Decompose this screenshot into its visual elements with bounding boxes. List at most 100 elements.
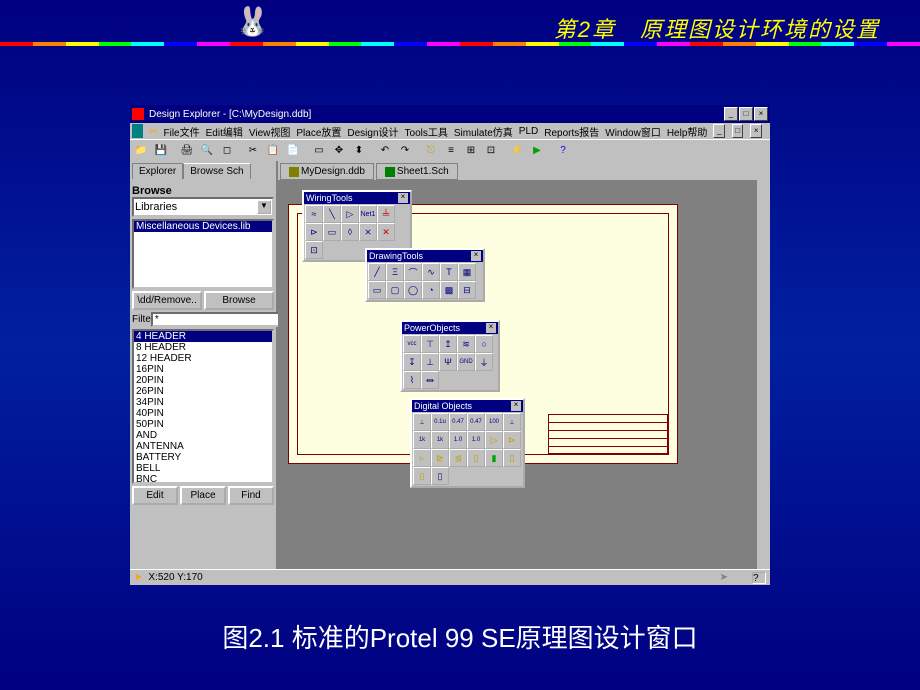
dig-icon[interactable]: 0.47 — [449, 413, 467, 431]
nor-gate-icon[interactable]: ⊴ — [449, 449, 467, 467]
list-item[interactable]: 20PIN — [134, 375, 272, 386]
library-item[interactable]: Miscellaneous Devices.lib — [134, 221, 272, 232]
tb-open-icon[interactable]: 📁 — [132, 142, 150, 160]
menu-pld[interactable]: PLD — [519, 126, 538, 137]
tab-browse-sch[interactable]: Browse Sch — [183, 163, 250, 179]
tb-save-icon[interactable]: 💾 — [152, 142, 170, 160]
earth-icon[interactable]: ⏚ — [475, 353, 493, 371]
list-item[interactable]: 8 HEADER — [134, 342, 272, 353]
doc-tab-ddb[interactable]: MyDesign.ddb — [280, 163, 374, 180]
circle-icon[interactable]: ○ — [475, 335, 493, 353]
mdi-close-button[interactable]: × — [750, 124, 762, 138]
title-bar[interactable]: Design Explorer - [C:\MyDesign.ddb] _ □ … — [130, 105, 770, 123]
pie-icon[interactable]: ◔ — [422, 281, 440, 299]
dig-icon[interactable]: 1.0 — [467, 431, 485, 449]
signal-icon[interactable]: ⌇ — [403, 371, 421, 389]
mdi-max-button[interactable]: □ — [732, 124, 744, 138]
menu-tools[interactable]: Tools工具 — [405, 124, 448, 139]
fork-icon[interactable]: Ψ — [439, 353, 457, 371]
minimize-button[interactable]: _ — [724, 107, 738, 121]
schematic-canvas[interactable]: WiringTools× ≈ ╲ ▷ Net1 ╧ ⊳ ▭ ◊ ⨯ ✕ ⊡ — [278, 180, 770, 569]
dig-icon[interactable]: 1k — [413, 431, 431, 449]
add-remove-button[interactable]: \dd/Remove.. — [132, 291, 202, 310]
nand-gate-icon[interactable]: ⊵ — [431, 449, 449, 467]
tb-copy-icon[interactable]: 📋 — [264, 142, 282, 160]
tab-explorer[interactable]: Explorer — [132, 163, 183, 179]
dig-icon[interactable]: ⊥ — [413, 413, 431, 431]
menu-edit[interactable]: Edit编辑 — [206, 124, 243, 139]
menu-file[interactable]: File文件 — [164, 124, 200, 139]
or-gate-icon[interactable]: ⊳ — [503, 431, 521, 449]
list-item[interactable]: BNC — [134, 474, 272, 484]
close-icon[interactable]: × — [398, 193, 408, 203]
vcc-icon[interactable]: vcc — [403, 335, 421, 353]
nav-arrow-icon[interactable]: ⇦ — [149, 126, 157, 137]
place-button[interactable]: Place — [180, 486, 226, 505]
list-item[interactable]: ANTENNA — [134, 441, 272, 452]
tee-icon[interactable]: ⊥ — [421, 353, 439, 371]
tb-select-icon[interactable]: ▭ — [310, 142, 328, 160]
library-list[interactable]: Miscellaneous Devices.lib — [132, 219, 274, 289]
part-icon[interactable]: ⊳ — [305, 223, 323, 241]
sheet-icon[interactable]: ▭ — [323, 223, 341, 241]
digital-objects-toolbar[interactable]: Digital Objects× ⊥ 0.1u 0.47 0.47 100 ⊥ … — [410, 398, 525, 488]
tb-tool3-icon[interactable]: ⊞ — [462, 142, 480, 160]
list-item[interactable]: AND — [134, 430, 272, 441]
chip1-icon[interactable]: ▯ — [467, 449, 485, 467]
find-button[interactable]: Find — [228, 486, 274, 505]
close-icon[interactable]: × — [471, 251, 481, 261]
list-item[interactable]: 40PIN — [134, 408, 272, 419]
frame-icon[interactable]: ▦ — [458, 263, 476, 281]
libraries-dropdown[interactable]: Libraries ▼ — [132, 197, 274, 217]
browse-button[interactable]: Browse — [204, 291, 274, 310]
menu-window[interactable]: Window窗口 — [605, 124, 661, 139]
tb-tool2-icon[interactable]: ≡ — [442, 142, 460, 160]
tb-tool1-icon[interactable]: ⎋ — [422, 142, 440, 160]
tb-cut-icon[interactable]: ✂ — [244, 142, 262, 160]
tb-zoom-icon[interactable]: 🔍 — [198, 142, 216, 160]
junction-icon[interactable]: ⨯ — [359, 223, 377, 241]
status-help-icon[interactable]: ? — [752, 572, 766, 584]
vertical-scrollbar[interactable] — [756, 180, 770, 569]
dig-icon[interactable]: 0.1u — [431, 413, 449, 431]
bezier-icon[interactable]: ∿ — [422, 263, 440, 281]
arrowdn-icon[interactable]: ↧ — [403, 353, 421, 371]
tb-hierarchy-icon[interactable]: ⬍ — [350, 142, 368, 160]
tb-sim-icon[interactable]: ⚡ — [508, 142, 526, 160]
list-item[interactable]: BELL — [134, 463, 272, 474]
line-icon[interactable]: ╱ — [368, 263, 386, 281]
port-icon[interactable]: ◊ — [341, 223, 359, 241]
chip2-icon[interactable]: ▮ — [485, 449, 503, 467]
dig-icon[interactable]: 1k — [431, 431, 449, 449]
list-item[interactable]: 26PIN — [134, 386, 272, 397]
list-item[interactable]: 16PIN — [134, 364, 272, 375]
chip3-icon[interactable]: ▯ — [503, 449, 521, 467]
menu-help[interactable]: Help帮助 — [667, 124, 708, 139]
chassis-icon[interactable]: ⏛ — [421, 371, 439, 389]
probe-icon[interactable]: ⊡ — [305, 241, 323, 259]
menu-view[interactable]: View视图 — [249, 124, 291, 139]
chip4-icon[interactable]: ▯ — [413, 467, 431, 485]
image-icon[interactable]: ▩ — [440, 281, 458, 299]
list-item[interactable]: BATTERY — [134, 452, 272, 463]
drawing-tools-toolbar[interactable]: DrawingTools× ╱ Ξ ⌒ ∿ T ▦ ▭ ▢ ◯ ◔ ▩ ⊟ — [365, 248, 485, 302]
chip5-icon[interactable]: ▯ — [431, 467, 449, 485]
not-gate-icon[interactable]: ▹ — [413, 449, 431, 467]
polyline-icon[interactable]: Ξ — [386, 263, 404, 281]
dropdown-arrow-icon[interactable]: ▼ — [257, 200, 271, 214]
list-item[interactable]: 34PIN — [134, 397, 272, 408]
system-menu-icon[interactable] — [132, 124, 143, 138]
component-list[interactable]: 4 HEADER 8 HEADER 12 HEADER 16PIN 20PIN … — [132, 329, 274, 484]
rect-icon[interactable]: ▭ — [368, 281, 386, 299]
netlabel-icon[interactable]: Net1 — [359, 205, 377, 223]
menu-place[interactable]: Place放置 — [296, 124, 341, 139]
arrow-icon[interactable]: ↥ — [439, 335, 457, 353]
maximize-button[interactable]: □ — [739, 107, 753, 121]
tb-run-icon[interactable]: ▶ — [528, 142, 546, 160]
text-icon[interactable]: T — [440, 263, 458, 281]
array-icon[interactable]: ⊟ — [458, 281, 476, 299]
gnd-icon[interactable]: GND — [457, 353, 475, 371]
list-item[interactable]: 50PIN — [134, 419, 272, 430]
dig-icon[interactable]: 100 — [485, 413, 503, 431]
close-icon[interactable]: × — [486, 323, 496, 333]
